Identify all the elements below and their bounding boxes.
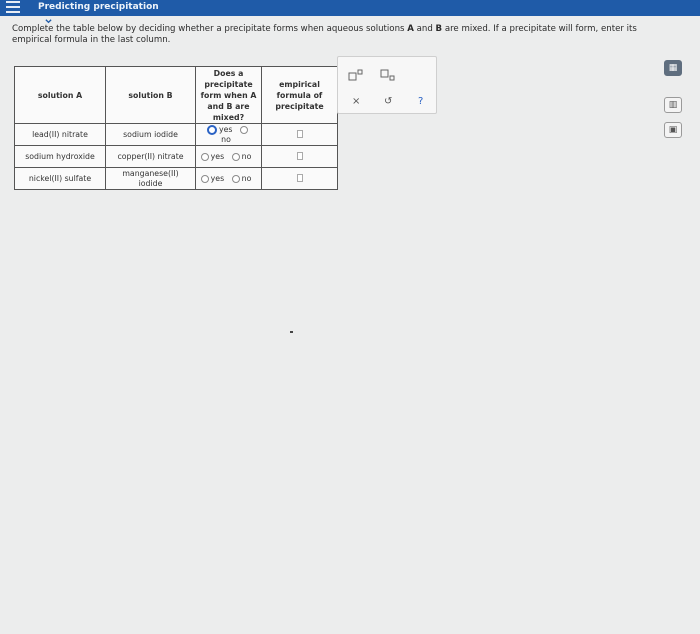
- solution-b-cell: copper(II) nitrate: [105, 145, 196, 168]
- undo-button[interactable]: ↺: [384, 97, 392, 107]
- solution-a-cell: sodium hydroxide: [14, 145, 106, 168]
- topic-title: Predicting precipitation: [38, 2, 159, 12]
- solution-b-cell: sodium iodide: [105, 123, 196, 146]
- top-bar: Predicting precipitation: [0, 0, 700, 16]
- formula-input[interactable]: [296, 129, 303, 138]
- precipitation-table: solution A solution B Does a precipitate…: [14, 66, 338, 190]
- header-precipitate-question: Does a precipitate form when A and B are…: [195, 66, 262, 124]
- no-label: no: [241, 174, 252, 184]
- subscript-icon[interactable]: [380, 69, 396, 81]
- table-row: sodium hydroxide copper(II) nitrate yes …: [14, 145, 338, 168]
- precipitate-choice: yes no: [195, 123, 262, 146]
- help-button[interactable]: ?: [418, 97, 423, 107]
- calculator-icon[interactable]: ▦: [664, 60, 682, 76]
- solution-b-cell: manganese(II) iodide: [105, 167, 196, 190]
- no-radio[interactable]: [231, 152, 240, 161]
- no-radio[interactable]: [239, 125, 248, 134]
- formula-cell: [261, 145, 338, 168]
- yes-label: yes: [210, 152, 225, 162]
- periodic-table-icon[interactable]: ▥: [664, 97, 682, 113]
- header-solution-b: solution B: [105, 66, 196, 124]
- header-empirical-formula: empirical formula of precipitate: [261, 66, 338, 124]
- table-row: nickel(II) sulfate manganese(II) iodide …: [14, 167, 338, 190]
- header-solution-a: solution A: [14, 66, 106, 124]
- no-label: no: [221, 135, 231, 145]
- formula-input[interactable]: [296, 151, 303, 160]
- table-row: lead(II) nitrate sodium iodide yes no: [14, 123, 338, 146]
- table-header-row: solution A solution B Does a precipitate…: [14, 66, 338, 124]
- clear-button[interactable]: ×: [352, 97, 360, 107]
- superscript-icon[interactable]: [348, 69, 364, 81]
- yes-label: yes: [219, 125, 233, 135]
- yes-radio[interactable]: [200, 152, 209, 161]
- yes-label: yes: [210, 174, 225, 184]
- menu-icon[interactable]: [6, 1, 20, 13]
- formula-cell: [261, 123, 338, 146]
- no-radio[interactable]: [231, 174, 240, 183]
- formula-cell: [261, 167, 338, 190]
- problem-statement: Complete the table below by deciding whe…: [12, 24, 637, 45]
- no-label: no: [241, 152, 252, 162]
- solution-a-cell: nickel(II) sulfate: [14, 167, 106, 190]
- precipitate-choice: yes no: [195, 167, 262, 190]
- formula-input[interactable]: [296, 173, 303, 182]
- reference-icon[interactable]: ▣: [664, 122, 682, 138]
- yes-radio[interactable]: [200, 174, 209, 183]
- yes-radio[interactable]: [207, 124, 218, 135]
- solution-a-cell: lead(II) nitrate: [14, 123, 106, 146]
- math-toolbar: × ↺ ?: [337, 56, 437, 114]
- precipitate-choice: yes no: [195, 145, 262, 168]
- cursor-mark: [290, 331, 293, 333]
